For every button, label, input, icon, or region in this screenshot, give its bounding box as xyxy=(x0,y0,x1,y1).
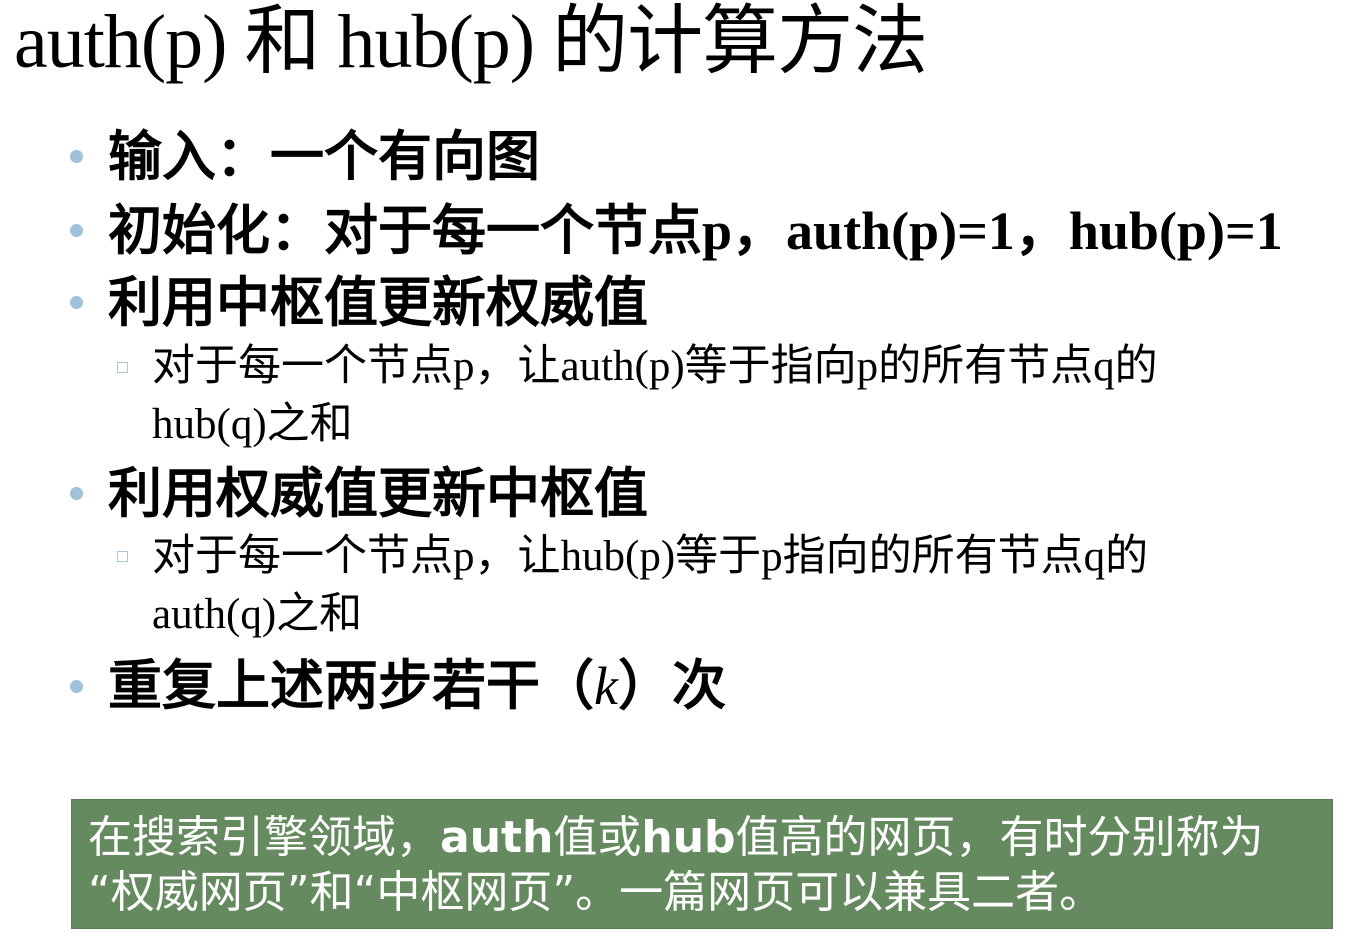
bullet-dot-icon xyxy=(70,150,83,163)
repeat-k-variable: k xyxy=(594,656,618,716)
bullet-dot-icon xyxy=(70,680,83,693)
sub-bullet-square-icon xyxy=(117,362,128,373)
note-line-2: “权威网页”和“中枢网页”。一篇网页可以兼具二者。 xyxy=(88,867,1104,918)
repeat-text-before: 重复上述两步若干（ xyxy=(108,656,594,716)
bullet-input: 输入：一个有向图 xyxy=(108,127,540,187)
note-text: 值或 xyxy=(553,812,642,863)
sub-bullet-auth-rule: 对于每一个节点p，让auth(p)等于指向p的所有节点q的hub(q)之和 xyxy=(152,343,1158,448)
bullet-dot-icon xyxy=(70,296,83,309)
bullet-update-auth: 利用中枢值更新权威值 xyxy=(108,273,648,333)
bullet-init: 初始化：对于每一个节点p，auth(p)=1，hub(p)=1 xyxy=(108,201,1283,261)
bullet-update-hub: 利用权威值更新中枢值 xyxy=(108,464,648,524)
bullet-dot-icon xyxy=(70,224,83,237)
slide-title: auth(p) 和 hub(p) 的计算方法 xyxy=(14,0,928,84)
sub-bullet-hub-rule: 对于每一个节点p，让hub(p)等于p指向的所有节点q的auth(q)之和 xyxy=(152,533,1149,638)
note-box: 在搜索引擎领域，auth值或hub值高的网页，有时分别称为 “权威网页”和“中枢… xyxy=(71,799,1333,929)
note-text: 值高的网页，有时分别称为 xyxy=(735,812,1264,863)
bullet-repeat: 重复上述两步若干（k）次 xyxy=(108,655,726,717)
note-term-auth: auth xyxy=(440,812,554,863)
note-term-hub: hub xyxy=(641,812,736,863)
sub-bullet-square-icon xyxy=(117,551,128,562)
note-line-1: 在搜索引擎领域，auth值或hub值高的网页，有时分别称为 xyxy=(88,810,1318,865)
note-text: 在搜索引擎领域， xyxy=(88,812,440,863)
bullet-dot-icon xyxy=(70,487,83,500)
repeat-text-after: ）次 xyxy=(617,656,726,716)
